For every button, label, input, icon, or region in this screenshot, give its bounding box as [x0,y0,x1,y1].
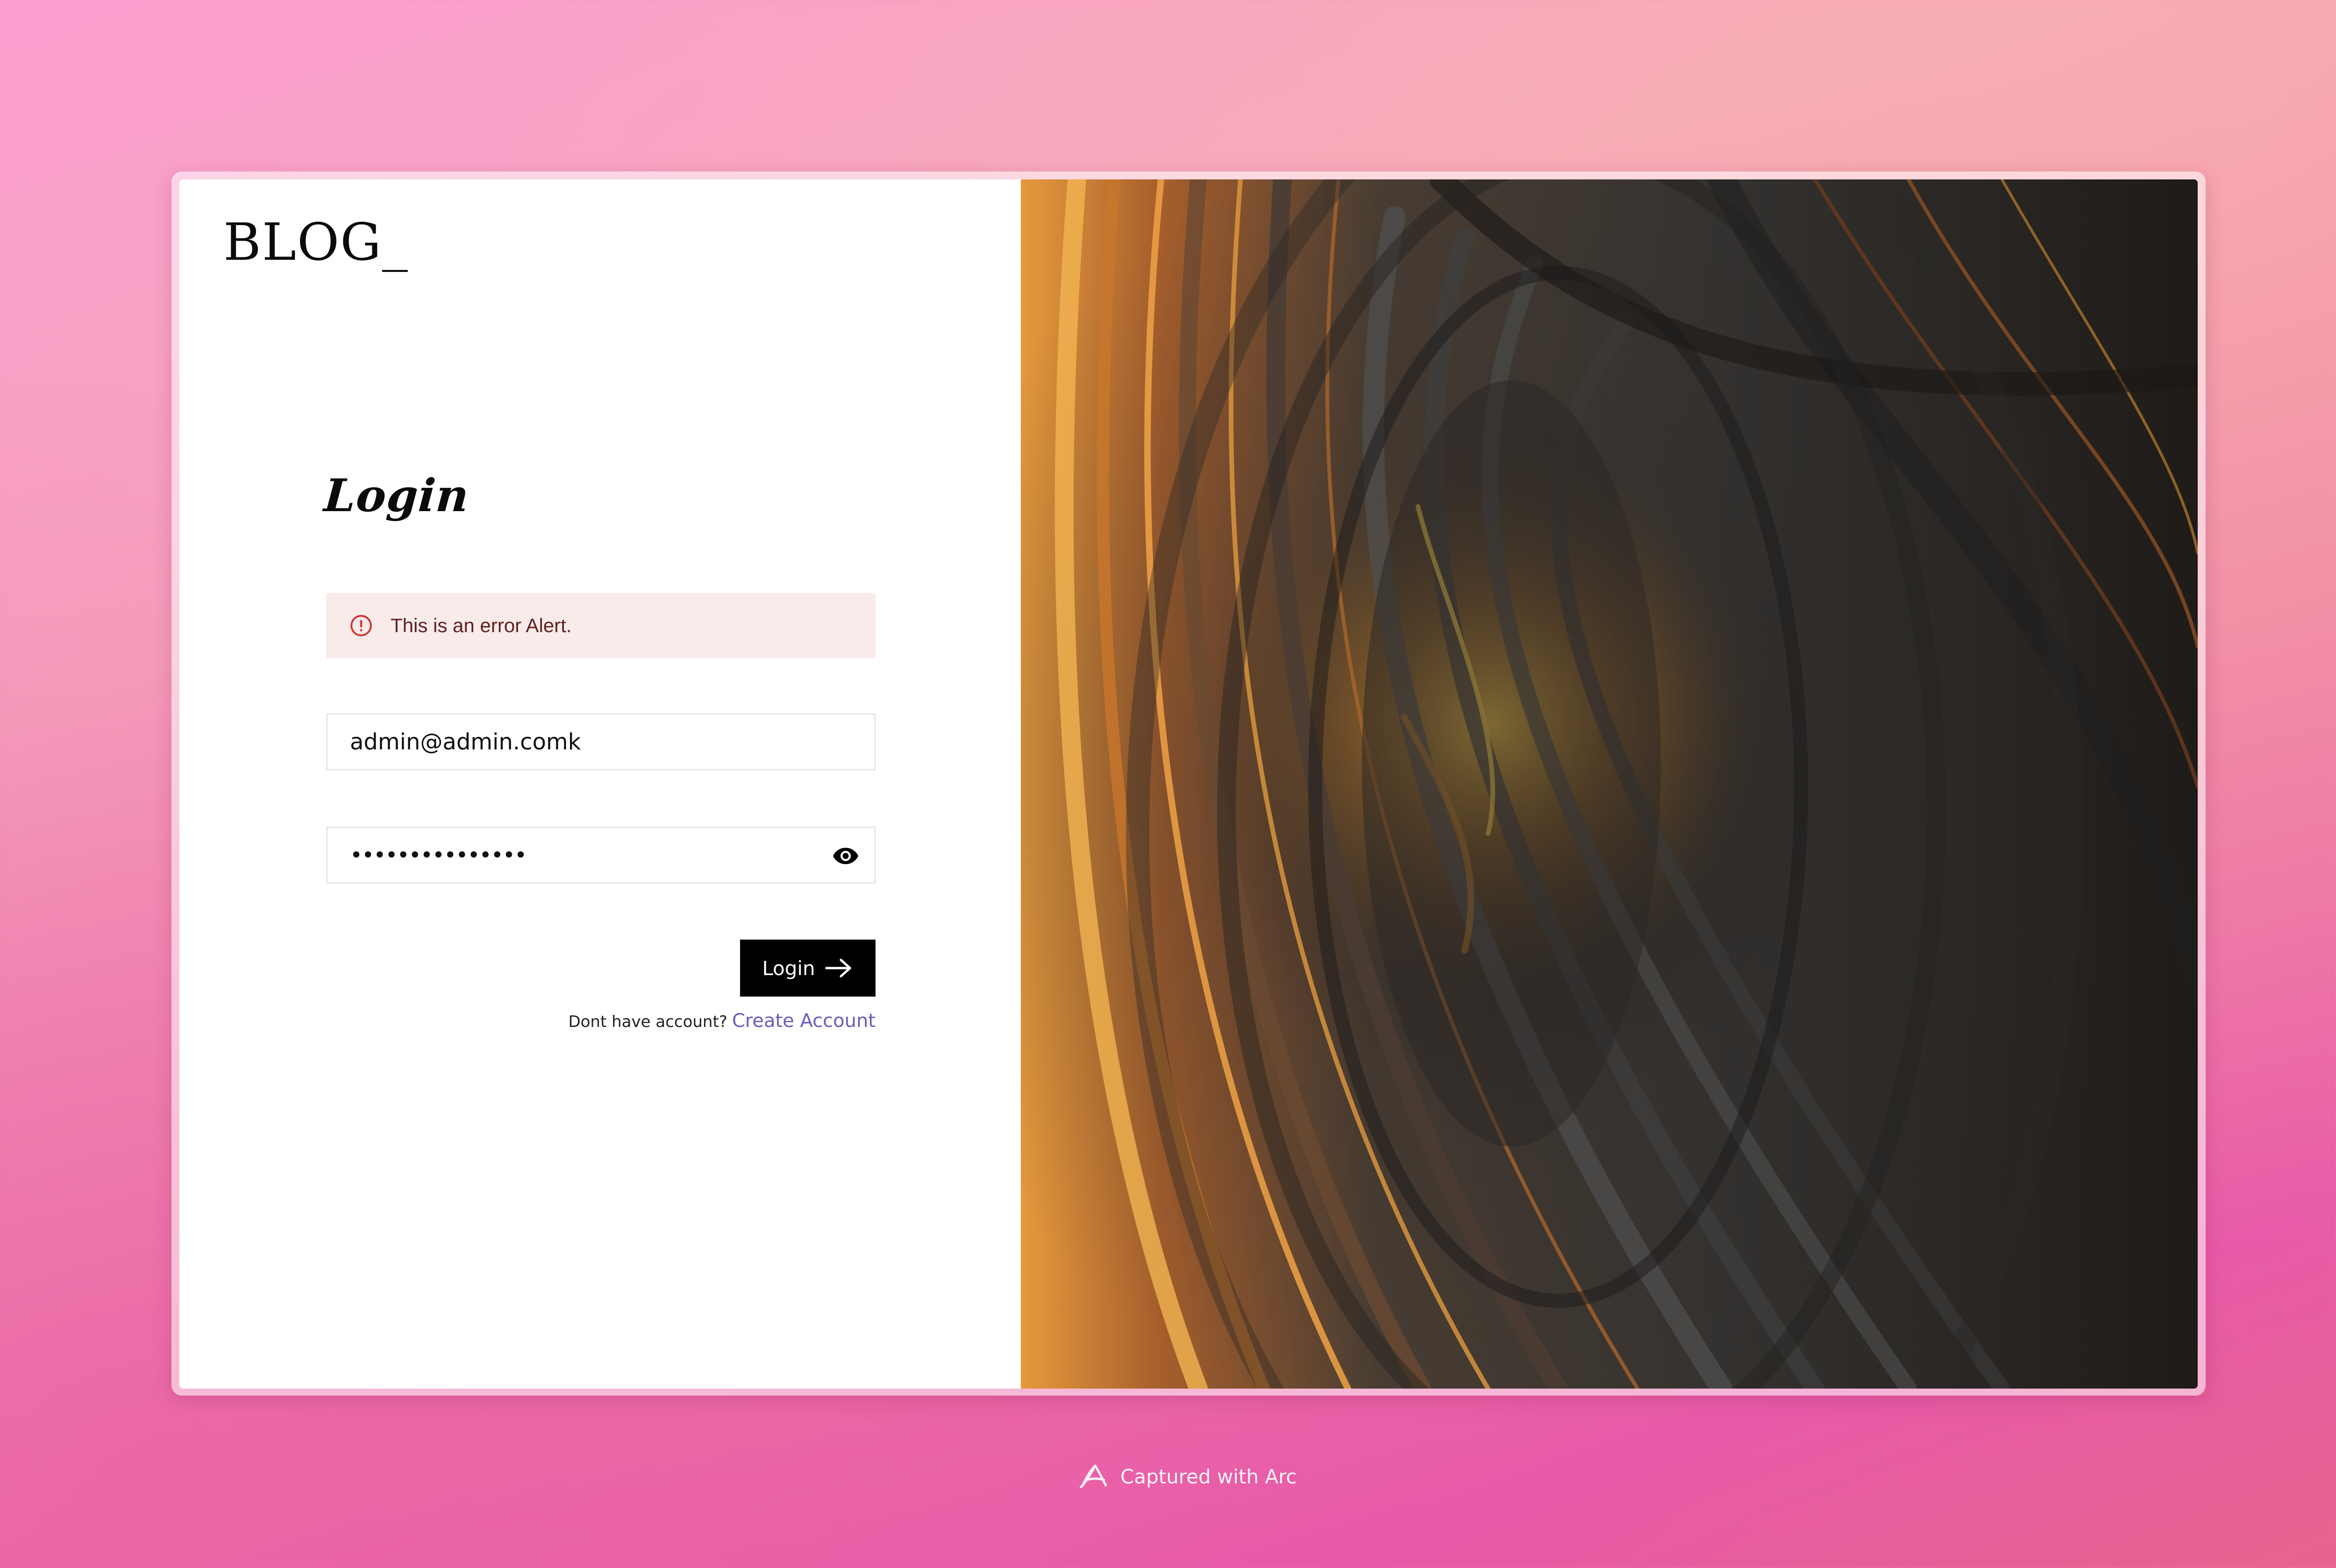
eye-icon[interactable] [830,842,861,870]
arc-logo-icon [1080,1464,1107,1489]
alert-message: This is an error Alert. [391,614,572,636]
hero-image [1021,179,2198,1389]
create-account-link[interactable]: Create Account [732,1010,876,1032]
email-field[interactable]: admin@admin.comk [326,713,876,770]
signup-prompt: Dont have account? Create Account [568,1010,876,1032]
email-value[interactable]: admin@admin.comk [350,729,581,755]
arrow-right-icon [825,959,851,977]
error-alert: This is an error Alert. [326,593,876,658]
error-outline-icon [350,615,372,636]
login-button-label: Login [762,956,815,980]
capture-label: Captured with Arc [1120,1465,1297,1488]
arc-capture-caption: Captured with Arc [1077,1461,1297,1491]
password-value[interactable]: ••••••••••••••• [350,842,527,868]
login-title: Login [322,469,471,522]
signup-prompt-text: Dont have account? [568,1012,727,1031]
password-field[interactable]: ••••••••••••••• [326,827,876,884]
blog-logo[interactable]: BLOG_ [223,212,409,272]
login-button[interactable]: Login [740,940,876,997]
login-panel: BLOG_ Login This is an error Alert. admi… [179,179,1021,1389]
abstract-swirl-image [1021,179,2198,1389]
login-window: BLOG_ Login This is an error Alert. admi… [179,179,2198,1389]
